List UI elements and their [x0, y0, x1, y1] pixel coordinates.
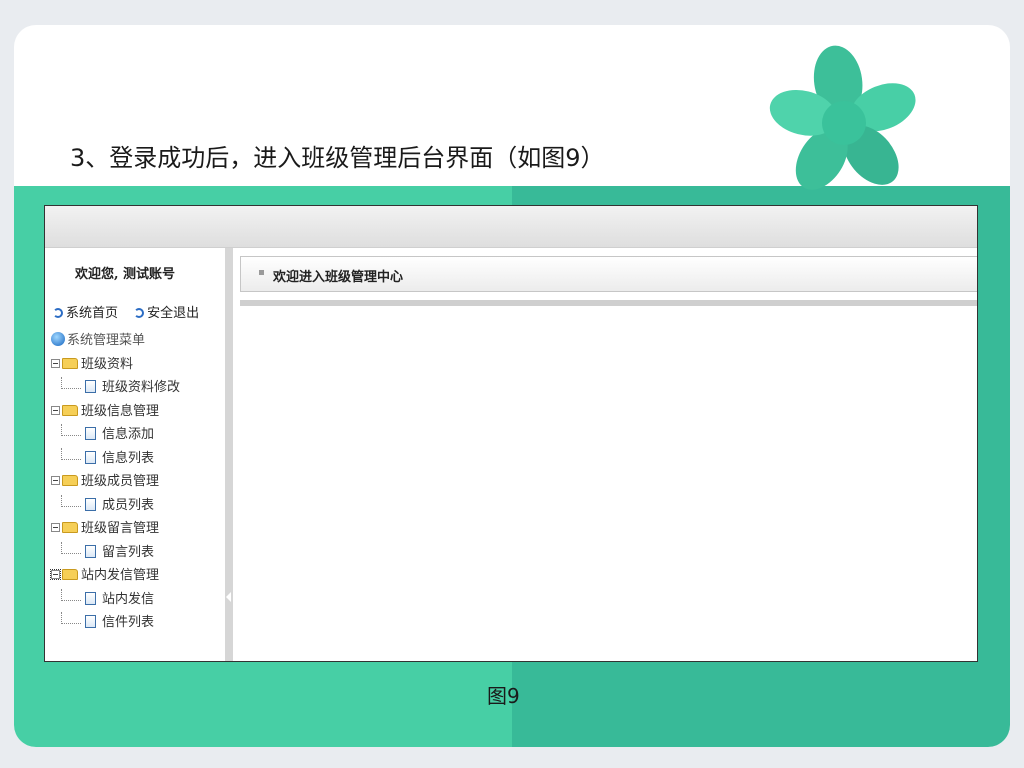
menu-group-class-info[interactable]: 班级资料: [51, 354, 180, 378]
menu-item-message-list[interactable]: 留言列表: [51, 541, 180, 566]
main-title-bar: 欢迎进入班级管理中心: [240, 256, 977, 292]
collapse-icon[interactable]: [51, 405, 60, 415]
menu-root: 系统管理菜单: [51, 330, 180, 354]
menu-item-edit-class-info[interactable]: 班级资料修改: [51, 377, 180, 401]
folder-icon: [62, 569, 78, 580]
menu-group-message-manage[interactable]: 班级留言管理: [51, 518, 180, 542]
globe-icon: [51, 332, 65, 346]
figure-caption: 图9: [487, 684, 520, 708]
menu-item-add-info[interactable]: 信息添加: [51, 424, 180, 448]
main-separator: [240, 300, 977, 306]
document-icon: [85, 427, 96, 440]
menu-tree: 系统管理菜单 班级资料 班级资料修改 班级信息管理 信息添加 信息列表 班级成员…: [50, 330, 180, 636]
bullet-icon: [259, 270, 264, 275]
arrow-circle-icon: [53, 308, 63, 318]
collapse-icon[interactable]: [51, 523, 60, 532]
collapse-icon[interactable]: [51, 358, 60, 368]
folder-icon: [62, 404, 78, 416]
menu-item-mail-list[interactable]: 信件列表: [51, 612, 180, 636]
flower-decoration-icon: [769, 45, 916, 190]
menu-item-send-mail[interactable]: 站内发信: [51, 588, 180, 613]
document-icon: [85, 380, 96, 393]
menu-group-info-manage[interactable]: 班级信息管理: [51, 401, 180, 425]
folder-icon: [62, 357, 78, 369]
document-icon: [85, 591, 96, 605]
menu-group-mail-manage[interactable]: 站内发信管理: [50, 565, 180, 589]
menu-group-member-manage[interactable]: 班级成员管理: [51, 471, 180, 495]
document-icon: [85, 615, 96, 628]
document-icon: [85, 450, 96, 464]
collapse-icon[interactable]: [51, 476, 60, 485]
collapse-icon[interactable]: [50, 569, 61, 580]
welcome-text: 欢迎您, 测试账号: [75, 267, 176, 282]
main-title: 欢迎进入班级管理中心: [273, 270, 404, 285]
document-icon: [85, 544, 96, 558]
logout-link[interactable]: 安全退出: [134, 306, 199, 321]
arrow-circle-icon: [134, 308, 145, 318]
collapse-arrow-icon[interactable]: [226, 592, 231, 602]
sidebar: 欢迎您, 测试账号 系统首页 安全退出 系统管理菜单 班级资料 班级资料修改 班…: [45, 248, 225, 661]
main-panel: 欢迎进入班级管理中心: [233, 248, 977, 661]
document-icon: [85, 497, 96, 511]
admin-screenshot: 欢迎您, 测试账号 系统首页 安全退出 系统管理菜单 班级资料 班级资料修改 班…: [44, 205, 978, 662]
quick-links: 系统首页 安全退出: [53, 302, 211, 321]
home-link[interactable]: 系统首页: [53, 306, 118, 321]
folder-icon: [62, 475, 78, 486]
menu-item-info-list[interactable]: 信息列表: [51, 447, 180, 472]
slide-heading: 3、登录成功后，进入班级管理后台界面（如图9）: [70, 144, 605, 172]
folder-icon: [62, 522, 78, 533]
menu-item-member-list[interactable]: 成员列表: [51, 494, 180, 519]
slide: 3、登录成功后，进入班级管理后台界面（如图9） 欢迎您, 测试账号 系统首页 安…: [14, 25, 1010, 747]
top-banner: [45, 206, 977, 248]
